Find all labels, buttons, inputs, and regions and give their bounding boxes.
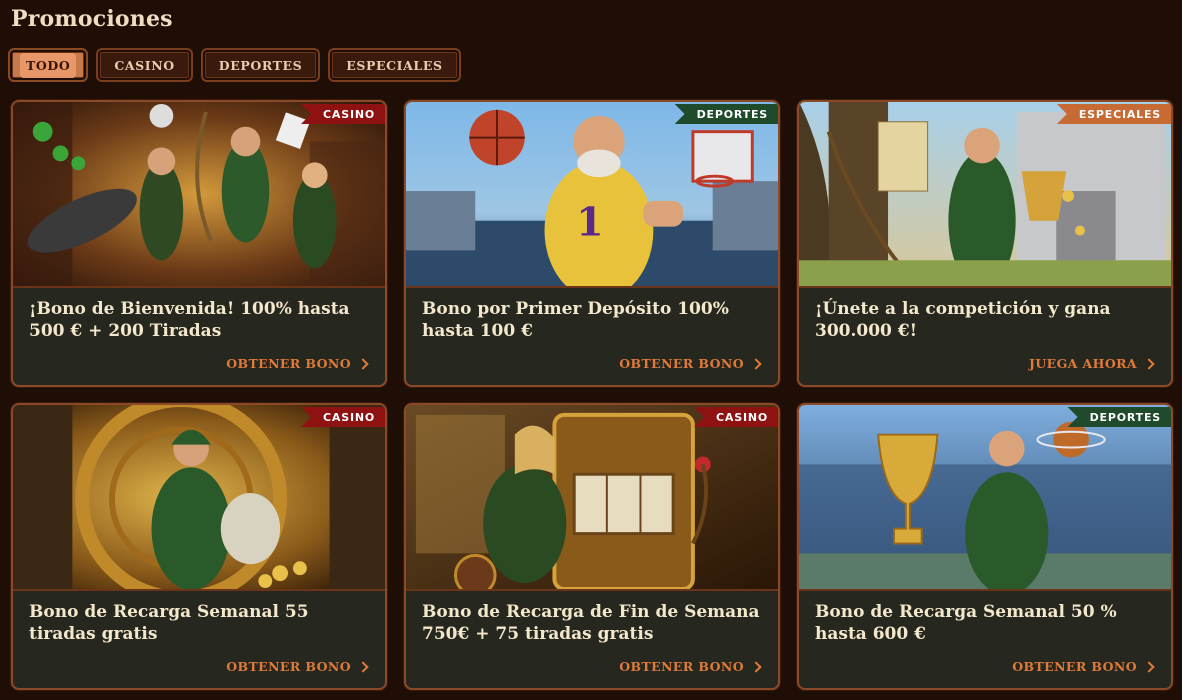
promo-title: ¡Bono de Bienvenida! 100% hasta 500 € + …	[29, 299, 350, 341]
promo-card[interactable]: 1 DEPORTES Bono por Primer Depósito 100%…	[404, 100, 780, 387]
promo-image-slot-machine[interactable]: CASINO	[406, 405, 778, 591]
promo-image-vault[interactable]: CASINO	[13, 405, 385, 591]
tab-label: TODO	[20, 52, 77, 78]
cta-label: OBTENER BONO	[1012, 659, 1137, 674]
card-body: ¡Bono de Bienvenida! 100% hasta 500 € + …	[13, 288, 385, 385]
promo-card[interactable]: CASINO Bono de Recarga Semanal 55 tirada…	[11, 403, 387, 690]
card-body: Bono por Primer Depósito 100% hasta 100 …	[406, 288, 778, 385]
category-badge: ESPECIALES	[1056, 104, 1171, 124]
promo-title: ¡Únete a la competición y gana 300.000 €…	[815, 299, 1111, 341]
promo-card[interactable]: DEPORTES Bono de Recarga Semanal 50 % ha…	[797, 403, 1173, 690]
chevron-right-icon	[750, 660, 762, 673]
chevron-right-icon	[1143, 660, 1155, 673]
chevron-right-icon	[1143, 357, 1155, 370]
card-body: ¡Únete a la competición y gana 300.000 €…	[799, 288, 1171, 385]
promo-card[interactable]: CASINO Bono de Recarga de Fin de Semana …	[404, 403, 780, 690]
promo-title: Bono de Recarga Semanal 55 tiradas grati…	[29, 602, 309, 644]
promo-title: Bono de Recarga Semanal 50 % hasta 600 €	[815, 602, 1117, 644]
chevron-right-icon	[750, 357, 762, 370]
category-badge: DEPORTES	[674, 104, 778, 124]
promo-title: Bono por Primer Depósito 100% hasta 100 …	[422, 299, 729, 341]
illustration	[13, 405, 385, 589]
cta-label: OBTENER BONO	[619, 356, 744, 371]
cta-label: OBTENER BONO	[226, 356, 351, 371]
cta-label: OBTENER BONO	[619, 659, 744, 674]
promo-image-cannon-archers[interactable]: CASINO	[13, 102, 385, 288]
illustration	[13, 102, 385, 286]
category-badge: DEPORTES	[1067, 407, 1171, 427]
cta-label: JUEGA AHORA	[1029, 356, 1137, 371]
promo-card[interactable]: ESPECIALES ¡Únete a la competición y gan…	[797, 100, 1173, 387]
play-now-button[interactable]: JUEGA AHORA	[1029, 356, 1155, 371]
get-bonus-button[interactable]: OBTENER BONO	[226, 659, 369, 674]
illustration	[799, 405, 1171, 589]
tab-especiales[interactable]: ESPECIALES	[328, 48, 461, 82]
tab-label: ESPECIALES	[346, 57, 443, 73]
card-body: Bono de Recarga Semanal 50 % hasta 600 €…	[799, 591, 1171, 688]
card-body: Bono de Recarga Semanal 55 tiradas grati…	[13, 591, 385, 688]
illustration: 1	[406, 102, 778, 286]
promo-image-trophy-stadium[interactable]: DEPORTES	[799, 405, 1171, 591]
get-bonus-button[interactable]: OBTENER BONO	[1012, 659, 1155, 674]
tab-label: DEPORTES	[218, 57, 303, 73]
card-body: Bono de Recarga de Fin de Semana 750€ + …	[406, 591, 778, 688]
get-bonus-button[interactable]: OBTENER BONO	[619, 659, 762, 674]
cta-label: OBTENER BONO	[226, 659, 351, 674]
promo-card[interactable]: CASINO ¡Bono de Bienvenida! 100% hasta 5…	[11, 100, 387, 387]
tab-casino[interactable]: CASINO	[96, 48, 193, 82]
category-badge: CASINO	[694, 407, 778, 427]
chevron-right-icon	[357, 660, 369, 673]
svg-text:1: 1	[576, 200, 604, 246]
category-badge: CASINO	[301, 104, 385, 124]
promotions-grid: CASINO ¡Bono de Bienvenida! 100% hasta 5…	[11, 100, 1173, 690]
tab-deportes[interactable]: DEPORTES	[200, 48, 321, 82]
promo-title: Bono de Recarga de Fin de Semana 750€ + …	[422, 602, 760, 644]
promo-image-archer-trophy[interactable]: ESPECIALES	[799, 102, 1171, 288]
illustration	[406, 405, 778, 589]
chevron-right-icon	[357, 357, 369, 370]
category-badge: CASINO	[301, 407, 385, 427]
tab-todo[interactable]: TODO	[8, 48, 89, 82]
page-title: Promociones	[11, 6, 173, 32]
tab-label: CASINO	[114, 57, 175, 73]
get-bonus-button[interactable]: OBTENER BONO	[226, 356, 369, 371]
promo-image-basketball[interactable]: 1 DEPORTES	[406, 102, 778, 288]
filter-tabs: TODO CASINO DEPORTES ESPECIALES	[8, 48, 461, 82]
get-bonus-button[interactable]: OBTENER BONO	[619, 356, 762, 371]
illustration	[799, 102, 1171, 286]
